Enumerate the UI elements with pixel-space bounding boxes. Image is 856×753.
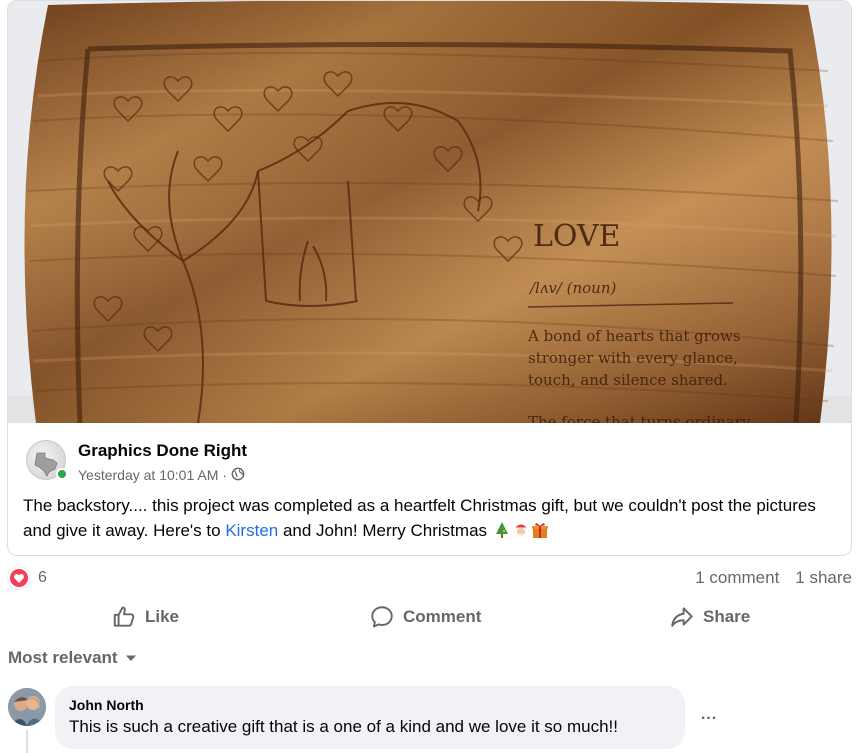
- post-actions: Like Comment Share: [0, 596, 856, 638]
- comment-more-options-button[interactable]: ...: [696, 706, 722, 726]
- online-status-indicator: [56, 468, 68, 480]
- board-title: LOVE: [533, 219, 621, 254]
- post-card: LOVE /lʌv/ (noun) A bond of hearts that …: [7, 0, 852, 556]
- reaction-count[interactable]: 6: [38, 569, 47, 587]
- engagement-counts: 1 comment 1 share: [695, 568, 852, 588]
- christmas-tree-icon: [493, 521, 511, 539]
- share-arrow-icon: [671, 607, 693, 627]
- comment-sort-dropdown[interactable]: Most relevant: [8, 648, 138, 668]
- comment-bubble: John North This is such a creative gift …: [55, 686, 685, 749]
- love-reaction-icon[interactable]: [8, 567, 30, 589]
- share-count-link[interactable]: 1 share: [795, 568, 852, 588]
- post-meta: Yesterday at 10:01 AM ·: [78, 467, 247, 483]
- comment-bubble-icon: [371, 606, 393, 628]
- like-button[interactable]: Like: [111, 596, 179, 638]
- board-definition-line: stronger with every glance,: [528, 349, 738, 367]
- meta-separator: ·: [222, 467, 228, 483]
- gift-icon: [531, 521, 549, 539]
- thread-line: [26, 730, 28, 753]
- commenter-name[interactable]: John North: [69, 697, 671, 713]
- comment-count-link[interactable]: 1 comment: [695, 568, 779, 588]
- caret-down-icon: [125, 655, 136, 661]
- mention-link[interactable]: Kirsten: [225, 521, 278, 540]
- post-header: Graphics Done Right Yesterday at 10:01 A…: [26, 438, 626, 486]
- globe-icon[interactable]: [231, 467, 247, 483]
- board-definition-line: The force that turns ordinary: [528, 413, 751, 423]
- comment-button[interactable]: Comment: [369, 596, 481, 638]
- board-definition-line: touch, and silence shared.: [528, 371, 728, 389]
- santa-icon: [512, 521, 530, 539]
- post-timestamp[interactable]: Yesterday at 10:01 AM: [78, 467, 218, 483]
- commenter-avatar[interactable]: [8, 688, 46, 726]
- share-label: Share: [703, 607, 751, 626]
- post-text-end: and John! Merry Christmas: [278, 521, 488, 540]
- thumbs-up-icon: [113, 606, 135, 627]
- post-author-name[interactable]: Graphics Done Right: [78, 441, 247, 461]
- cutting-board-image: LOVE /lʌv/ (noun) A bond of hearts that …: [8, 1, 851, 423]
- like-label: Like: [145, 607, 180, 626]
- comment-text: This is such a creative gift that is a o…: [69, 717, 618, 736]
- post-body: The backstory.... this project was compl…: [23, 493, 838, 543]
- sort-label: Most relevant: [8, 648, 118, 667]
- comment-label: Comment: [403, 607, 482, 626]
- share-button[interactable]: Share: [669, 596, 750, 638]
- board-definition-line: A bond of hearts that grows: [527, 327, 741, 345]
- board-pronunciation: /lʌv/ (noun): [528, 279, 616, 297]
- post-photo[interactable]: LOVE /lʌv/ (noun) A bond of hearts that …: [8, 1, 851, 423]
- reactions-summary: 6 1 comment 1 share: [8, 566, 852, 590]
